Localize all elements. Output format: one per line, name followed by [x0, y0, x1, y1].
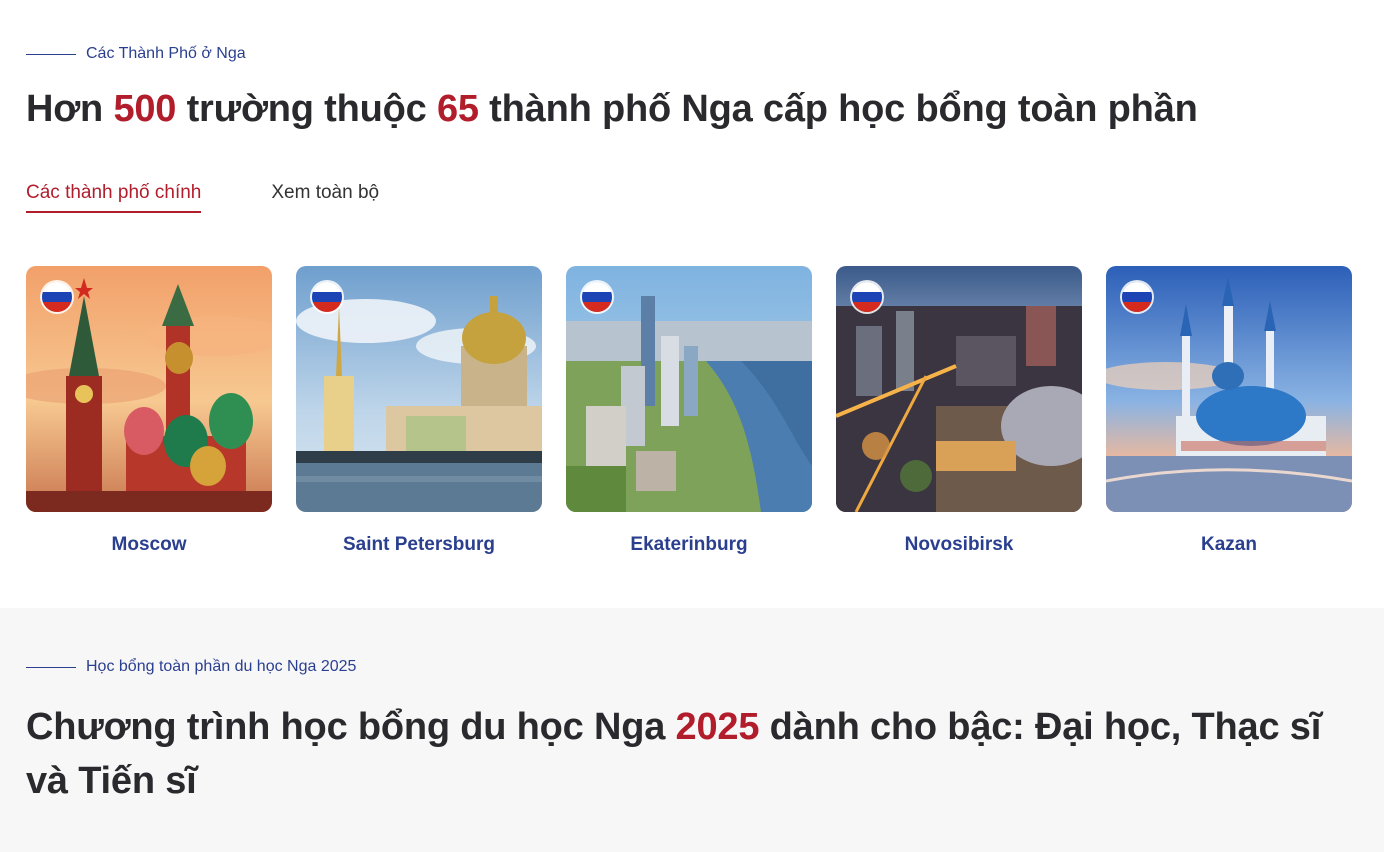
- russia-flag-icon: [852, 282, 882, 312]
- russia-flag-icon: [582, 282, 612, 312]
- city-name[interactable]: Novosibirsk: [836, 534, 1082, 556]
- city-name[interactable]: Saint Petersburg: [296, 534, 542, 556]
- city-image-kazan: [1106, 266, 1352, 512]
- russia-flag-icon: [42, 282, 72, 312]
- headline-text: trường thuộc: [176, 88, 437, 130]
- city-image-moscow: [26, 266, 272, 512]
- section-headline: Hơn 500 trường thuộc 65 thành phố Nga cấ…: [26, 88, 1198, 131]
- headline-text: Hơn: [26, 88, 114, 130]
- headline-highlight-500: 500: [113, 88, 177, 130]
- headline-highlight-year: 2025: [675, 706, 760, 748]
- scholarship-section: Học bổng toàn phần du học Nga 2025 Chươn…: [0, 608, 1384, 852]
- eyebrow-text: Học bổng toàn phần du học Nga 2025: [86, 658, 357, 675]
- russia-flag-icon: [1122, 282, 1152, 312]
- city-image-saint-petersburg: [296, 266, 542, 512]
- headline-text: dành cho bậc: Đại học, Thạc sĩ: [759, 706, 1322, 748]
- headline-highlight-65: 65: [436, 88, 479, 130]
- russia-flag-icon: [312, 282, 342, 312]
- headline-text: và Tiến sĩ: [26, 760, 197, 802]
- eyebrow-text: Các Thành Phố ở Nga: [86, 45, 246, 62]
- section-headline: Chương trình học bổng du học Nga 2025 dà…: [26, 700, 1321, 808]
- city-image-ekaterinburg: [566, 266, 812, 512]
- city-name[interactable]: Moscow: [26, 534, 272, 556]
- section-eyebrow: Học bổng toàn phần du học Nga 2025: [26, 658, 356, 676]
- headline-text: thành phố Nga cấp học bổng toàn phần: [478, 88, 1198, 130]
- tab-view-all[interactable]: Xem toàn bộ: [271, 182, 379, 213]
- city-card-kazan[interactable]: Kazan: [1106, 266, 1352, 556]
- city-cards: Moscow Saint Petersburg Ekaterinburg Nov…: [26, 266, 1352, 556]
- city-card-saint-petersburg[interactable]: Saint Petersburg: [296, 266, 542, 556]
- city-image-novosibirsk: [836, 266, 1082, 512]
- eyebrow-line: [26, 666, 76, 668]
- cities-section: Các Thành Phố ở Nga Hơn 500 trường thuộc…: [0, 0, 1384, 608]
- headline-text: Chương trình học bổng du học Nga: [26, 706, 676, 748]
- city-name[interactable]: Kazan: [1106, 534, 1352, 556]
- city-card-moscow[interactable]: Moscow: [26, 266, 272, 556]
- tab-main-cities[interactable]: Các thành phố chính: [26, 182, 202, 213]
- city-card-ekaterinburg[interactable]: Ekaterinburg: [566, 266, 812, 556]
- city-card-novosibirsk[interactable]: Novosibirsk: [836, 266, 1082, 556]
- city-tabs: Các thành phố chính Xem toàn bộ: [26, 182, 449, 213]
- eyebrow-line: [26, 53, 76, 55]
- section-eyebrow: Các Thành Phố ở Nga: [26, 45, 246, 63]
- city-name[interactable]: Ekaterinburg: [566, 534, 812, 556]
